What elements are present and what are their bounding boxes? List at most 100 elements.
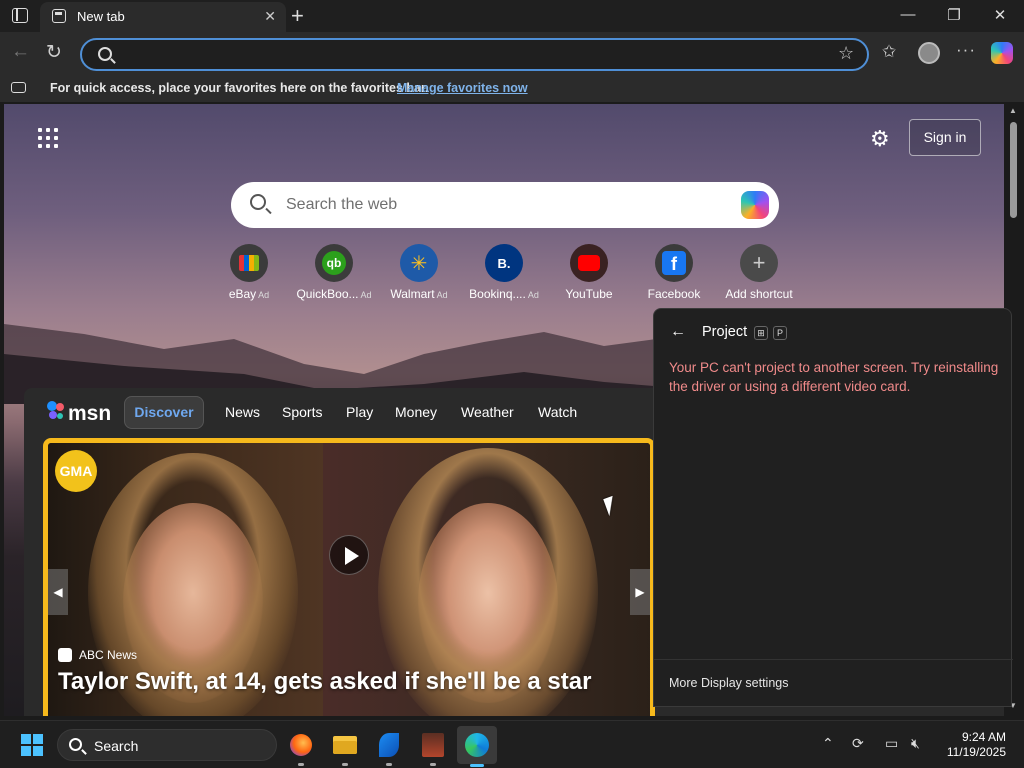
- new-tab-icon: [52, 9, 66, 23]
- shortcut-label: Add shortcut: [725, 287, 793, 301]
- search-placeholder: Search the web: [286, 196, 398, 213]
- nav-sports[interactable]: Sports: [282, 404, 322, 420]
- show-hidden-icons[interactable]: ⌃: [822, 735, 834, 752]
- nav-money[interactable]: Money: [395, 404, 437, 420]
- sync-icon[interactable]: ⟳: [852, 735, 864, 752]
- ad-label: Ad: [360, 290, 372, 300]
- nav-news[interactable]: News: [225, 404, 260, 420]
- shortcut-label: Walmart: [390, 287, 435, 301]
- favorites-bar-message: For quick access, place your favorites h…: [50, 81, 429, 95]
- plus-icon: +: [740, 244, 778, 282]
- shortcut-label: eBay: [228, 287, 257, 301]
- tab-actions-icon[interactable]: [12, 8, 28, 23]
- taskbar-search-label: Search: [94, 738, 139, 754]
- shortcut-walmart[interactable]: ✳ Walmart Ad: [379, 244, 459, 301]
- app-swirl-icon[interactable]: [371, 727, 407, 766]
- walmart-icon: ✳: [400, 244, 438, 282]
- profile-avatar[interactable]: [918, 42, 940, 64]
- booking-icon: B.: [485, 244, 523, 282]
- msn-logo[interactable]: msn: [46, 400, 116, 425]
- sign-in-button[interactable]: Sign in: [909, 119, 981, 156]
- scrollbar-thumb[interactable]: [1010, 122, 1017, 218]
- ad-label: Ad: [436, 290, 448, 300]
- quickbooks-icon: qb: [315, 244, 353, 282]
- shortcut-label: YouTube: [565, 287, 613, 301]
- carousel-prev-button[interactable]: ◀: [48, 569, 68, 615]
- apps-launcher-icon[interactable]: [38, 128, 58, 148]
- project-title: Project: [702, 324, 748, 340]
- abc-news-icon: [58, 648, 72, 662]
- windows-key-icon: ⊞: [754, 326, 768, 340]
- add-favorite-icon[interactable]: ☆: [838, 43, 854, 64]
- search-icon: [250, 194, 266, 210]
- copilot-icon[interactable]: [991, 42, 1013, 64]
- shortcut-add[interactable]: + Add shortcut: [719, 244, 799, 301]
- play-icon[interactable]: [329, 535, 369, 575]
- ebay-icon: [230, 244, 268, 282]
- clock-date: 11/19/2025: [946, 745, 1006, 759]
- nav-play[interactable]: Play: [346, 404, 373, 420]
- shortcut-label: Bookinq....: [469, 287, 526, 301]
- news-card[interactable]: GMA ◀ ▶ ABC News Taylor Swift, at 14, ge…: [43, 438, 655, 716]
- nav-discover[interactable]: Discover: [124, 396, 204, 429]
- toolbar: ← ↻ ☆ ✩ ···: [0, 32, 1024, 76]
- new-tab-button[interactable]: +: [291, 3, 304, 29]
- panel-divider: [654, 659, 1013, 660]
- ad-label: Ad: [527, 290, 539, 300]
- more-icon[interactable]: ···: [956, 40, 976, 60]
- facebook-icon: f: [655, 244, 693, 282]
- msn-butterfly-icon: [47, 401, 64, 419]
- msn-wordmark: msn: [68, 402, 112, 425]
- volume-muted-icon[interactable]: 🔇︎: [911, 735, 920, 752]
- game-app-icon[interactable]: [415, 727, 451, 766]
- ad-label: Ad: [258, 290, 270, 300]
- clock[interactable]: 9:24 AM 11/19/2025: [940, 730, 1006, 760]
- shortcut-label: Facebook: [647, 287, 701, 301]
- favorites-bar: For quick access, place your favorites h…: [0, 76, 1024, 102]
- web-search-box[interactable]: Search the web: [231, 182, 779, 228]
- close-window-button[interactable]: ✕: [977, 6, 1023, 24]
- tab-title: New tab: [77, 9, 125, 24]
- project-error-message: Your PC can't project to another screen.…: [669, 360, 999, 394]
- shortcut-label: QuickBoo...: [296, 287, 359, 301]
- taskbar-search[interactable]: Search: [57, 729, 277, 761]
- edge-icon[interactable]: [457, 726, 497, 767]
- youtube-icon: [570, 244, 608, 282]
- start-button[interactable]: [21, 734, 43, 756]
- shortcut-quickbooks[interactable]: qb QuickBoo... Ad: [294, 244, 374, 301]
- project-panel: ← Project ⊞ P Your PC can't project to a…: [653, 308, 1013, 707]
- favorites-icon[interactable]: ✩: [882, 42, 896, 62]
- address-input[interactable]: [126, 45, 816, 65]
- network-icon[interactable]: ▭: [885, 735, 898, 752]
- address-bar[interactable]: ☆: [80, 38, 869, 71]
- manage-favorites-link[interactable]: Manage favorites now: [397, 81, 528, 95]
- search-icon: [69, 738, 82, 751]
- search-icon: [98, 47, 116, 64]
- minimize-button[interactable]: —: [885, 6, 931, 23]
- back-arrow-icon[interactable]: ←: [670, 323, 686, 341]
- scroll-up-icon[interactable]: ▲: [1009, 106, 1017, 115]
- restore-button[interactable]: ❐: [931, 6, 977, 24]
- copilot-icon[interactable]: [741, 191, 769, 219]
- settings-gear-icon[interactable]: ⚙: [870, 126, 890, 152]
- file-explorer-icon[interactable]: [327, 727, 363, 766]
- p-key: P: [773, 326, 787, 340]
- shortcut-ebay[interactable]: eBay Ad: [209, 244, 289, 301]
- tab-new-tab[interactable]: New tab ✕: [40, 2, 286, 32]
- news-headline[interactable]: Taylor Swift, at 14, gets asked if she'l…: [58, 668, 591, 696]
- nav-watch[interactable]: Watch: [538, 404, 577, 420]
- clock-time: 9:24 AM: [961, 730, 1006, 744]
- nav-weather[interactable]: Weather: [461, 404, 514, 420]
- gma-badge: GMA: [55, 450, 97, 492]
- refresh-icon[interactable]: ↻: [46, 41, 62, 64]
- back-icon[interactable]: ←: [11, 41, 30, 63]
- tab-bar: New tab ✕ + — ❐ ✕: [0, 0, 1024, 32]
- carousel-next-button[interactable]: ▶: [630, 569, 650, 615]
- shortcut-youtube[interactable]: YouTube: [549, 244, 629, 301]
- shortcut-booking[interactable]: B. Bookinq.... Ad: [464, 244, 544, 301]
- favorites-bar-icon: [11, 82, 26, 93]
- close-tab-icon[interactable]: ✕: [264, 8, 276, 25]
- shortcut-facebook[interactable]: f Facebook: [634, 244, 714, 301]
- more-display-settings-link[interactable]: More Display settings: [669, 676, 789, 690]
- firefox-icon[interactable]: [283, 727, 319, 766]
